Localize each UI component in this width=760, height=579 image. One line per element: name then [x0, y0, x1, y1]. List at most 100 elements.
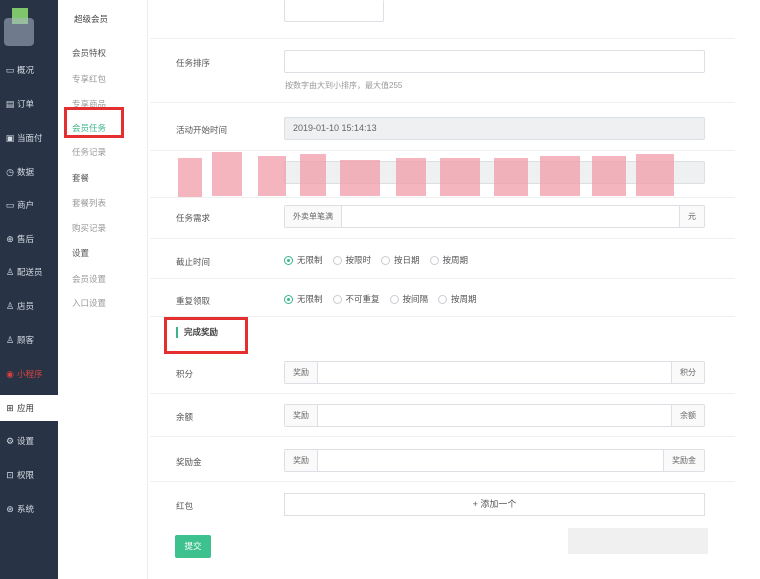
- submenu-item-purchase-record[interactable]: 购买记录: [72, 222, 106, 234]
- watermark-block: [592, 156, 626, 196]
- submenu-item-member-settings[interactable]: 会员设置: [72, 273, 106, 285]
- clerk-icon: ♙: [5, 300, 15, 311]
- sidebar-item-apps[interactable]: ⊞ 应用: [0, 395, 58, 421]
- order-icon: ▤: [5, 98, 15, 109]
- watermark-block: [178, 158, 202, 198]
- app-logo: [4, 6, 36, 46]
- requirement-suffix: 元: [679, 206, 704, 227]
- main-sidebar: ▭ 概况 ▤ 订单 ▣ 当面付 ◷ 数据 ▭ 商户 ⊕ 售后 ♙ 配送员 ♙ 店员 ♙ 顾客 ◉ 小…: [0, 0, 58, 579]
- bonus-prefix: 奖励: [285, 450, 318, 471]
- points-label: 积分: [176, 369, 194, 379]
- repeat-option-period[interactable]: 按周期: [438, 293, 477, 305]
- submenu-title: 超级会员: [74, 14, 109, 24]
- add-redpacket-button[interactable]: + 添加一个: [284, 493, 705, 516]
- sidebar-item-overview[interactable]: ▭ 概况: [0, 57, 58, 83]
- system-icon: ⊛: [6, 503, 14, 514]
- watermark-block: [258, 156, 286, 196]
- submenu-group-privileges: 会员特权: [72, 48, 107, 58]
- repeat-radio-group: 无限制 不可重复 按间隔 按周期: [284, 293, 487, 305]
- sort-label: 任务排序: [176, 58, 211, 68]
- merchant-icon: ▭: [5, 199, 15, 210]
- highlight-box-reward: [164, 317, 248, 354]
- sort-hint: 按数字由大到小排序，最大值255: [285, 81, 403, 90]
- requirement-prefix: 外卖单笔满: [285, 206, 342, 227]
- watermark-block: [340, 160, 380, 196]
- repeat-option-interval[interactable]: 按间隔: [389, 293, 428, 305]
- watermark-block: [636, 154, 674, 196]
- settings-icon: ⚙: [5, 435, 15, 446]
- submit-button[interactable]: 提交: [175, 535, 211, 558]
- deadline-option-limited[interactable]: 按限时: [332, 254, 371, 266]
- aftersale-icon: ⊕: [6, 233, 14, 244]
- watermark-block: [440, 158, 480, 196]
- sidebar-item-aftersale[interactable]: ⊕ 售后: [0, 226, 58, 252]
- repeat-option-no-repeat[interactable]: 不可重复: [332, 293, 380, 305]
- sidebar-item-pay[interactable]: ▣ 当面付: [0, 125, 58, 151]
- sidebar-item-system[interactable]: ⊛ 系统: [0, 496, 58, 522]
- sidebar-item-settings[interactable]: ⚙ 设置: [0, 428, 58, 454]
- top-input-partial[interactable]: [284, 0, 384, 22]
- sidebar-item-label: 订单: [17, 99, 35, 109]
- sidebar-item-label: 应用: [17, 403, 35, 413]
- sort-input[interactable]: [284, 50, 705, 73]
- submenu-group-settings: 设置: [72, 248, 90, 258]
- start-time-field: 2019-01-10 15:14:13: [284, 117, 705, 140]
- start-time-label: 活动开始时间: [176, 125, 228, 135]
- divider: [150, 278, 735, 279]
- deadline-option-period[interactable]: 按周期: [429, 254, 468, 266]
- repeat-option-unlimited[interactable]: 无限制: [284, 293, 323, 305]
- sidebar-item-delivery[interactable]: ♙ 配送员: [0, 259, 58, 285]
- repeat-label: 重复领取: [176, 296, 211, 306]
- sidebar-item-clerk[interactable]: ♙ 店员: [0, 293, 58, 319]
- submenu-item-task-record[interactable]: 任务记录: [72, 146, 106, 158]
- sidebar-item-label: 设置: [17, 436, 35, 446]
- divider: [150, 436, 735, 437]
- divider: [150, 197, 735, 198]
- watermark-block: [494, 158, 528, 196]
- sidebar-item-permission[interactable]: ⊡ 权限: [0, 462, 58, 488]
- requirement-input-group[interactable]: 外卖单笔满 元: [284, 205, 705, 228]
- balance-suffix: 余额: [671, 405, 704, 426]
- sidebar-item-label: 售后: [17, 234, 35, 244]
- watermark-block: [540, 156, 580, 196]
- pay-icon: ▣: [5, 132, 15, 143]
- balance-prefix: 奖励: [285, 405, 318, 426]
- submenu-item-redpacket[interactable]: 专享红包: [72, 73, 106, 85]
- deadline-option-date[interactable]: 按日期: [381, 254, 420, 266]
- requirement-label: 任务需求: [176, 213, 211, 223]
- sidebar-item-label: 权限: [17, 470, 35, 480]
- sidebar-item-miniprogram[interactable]: ◉ 小程序: [0, 361, 58, 387]
- sidebar-item-label: 小程序: [17, 369, 43, 379]
- submenu-group-package: 套餐: [72, 173, 90, 183]
- sidebar-item-label: 配送员: [17, 267, 43, 277]
- deadline-label: 截止时间: [176, 257, 211, 267]
- sidebar-item-order[interactable]: ▤ 订单: [0, 91, 58, 117]
- divider: [150, 393, 735, 394]
- deadline-radio-group: 无限制 按限时 按日期 按周期: [284, 254, 478, 266]
- bonus-suffix: 奖励金: [663, 450, 704, 471]
- deadline-option-unlimited[interactable]: 无限制: [284, 254, 323, 266]
- redpacket-label: 红包: [176, 501, 194, 511]
- apps-icon: ⊞: [6, 402, 14, 413]
- sidebar-item-customer[interactable]: ♙ 顾客: [0, 327, 58, 353]
- sidebar-item-label: 顾客: [17, 335, 35, 345]
- overview-icon: ▭: [5, 64, 15, 75]
- blurred-area: [568, 528, 708, 554]
- delivery-icon: ♙: [5, 266, 15, 277]
- points-input-group[interactable]: 奖励 积分: [284, 361, 705, 384]
- sidebar-item-label: 商户: [17, 200, 35, 210]
- submenu-item-entry-settings[interactable]: 入口设置: [72, 297, 106, 309]
- sidebar-item-label: 概况: [17, 65, 35, 75]
- divider: [150, 238, 735, 239]
- watermark-block: [396, 158, 426, 196]
- divider: [150, 481, 735, 482]
- divider: [150, 150, 735, 151]
- bonus-input-group[interactable]: 奖励 奖励金: [284, 449, 705, 472]
- balance-input-group[interactable]: 奖励 余额: [284, 404, 705, 427]
- submenu-item-package-list[interactable]: 套餐列表: [72, 197, 106, 209]
- sidebar-item-data[interactable]: ◷ 数据: [0, 159, 58, 185]
- sidebar-item-merchant[interactable]: ▭ 商户: [0, 192, 58, 218]
- highlight-box-task: [64, 107, 124, 138]
- permission-icon: ⊡: [6, 469, 14, 480]
- miniprogram-icon: ◉: [6, 368, 14, 379]
